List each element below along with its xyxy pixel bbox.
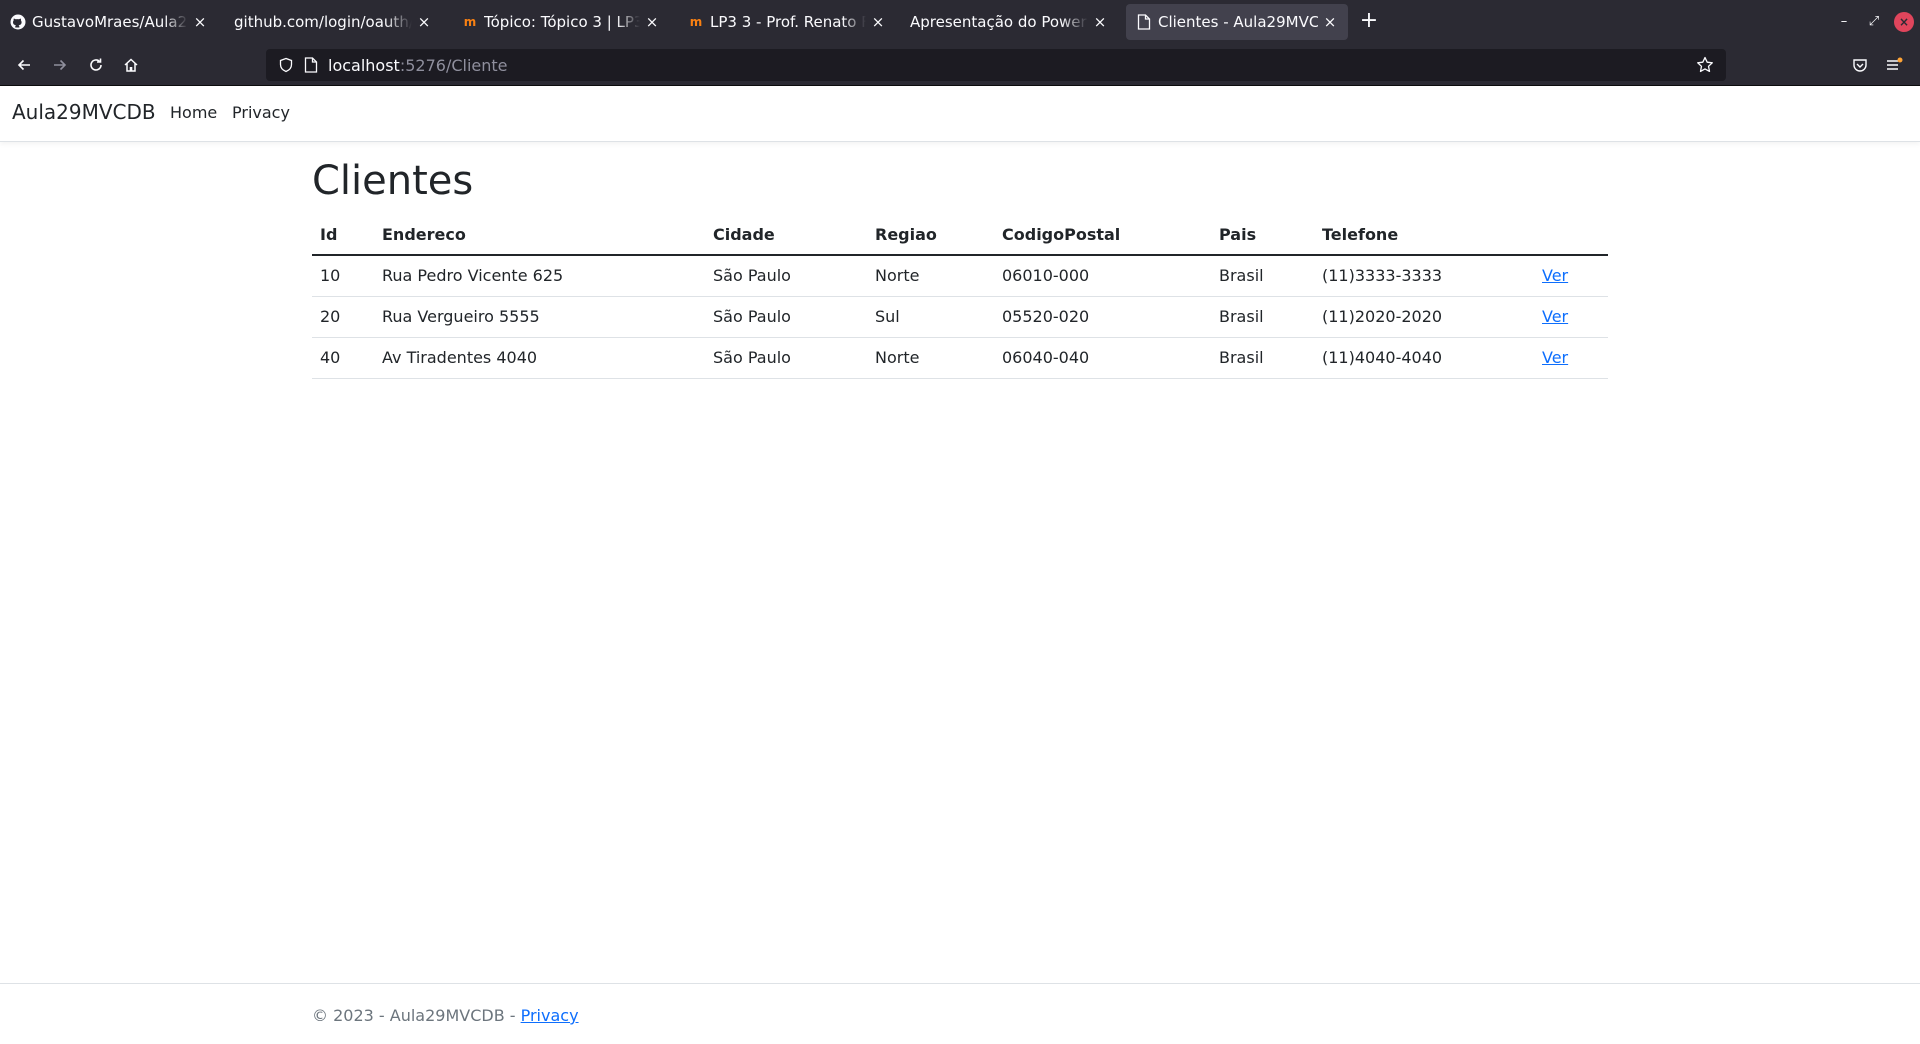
page-info-icon[interactable] xyxy=(304,57,318,77)
url-host: localhost xyxy=(328,55,400,75)
cell-pais: Brasil xyxy=(1211,337,1314,379)
table-row: 10 Rua Pedro Vicente 625 São Paulo Norte… xyxy=(312,255,1608,297)
restore-icon[interactable]: ⤢ xyxy=(1864,12,1884,32)
copyright-text: © 2023 - Aula29MVCDB - xyxy=(312,1006,521,1025)
cell-codigo-postal: 05520-020 xyxy=(994,296,1211,338)
site-footer: © 2023 - Aula29MVCDB - Privacy xyxy=(0,983,1920,1044)
cell-endereco: Rua Vergueiro 5555 xyxy=(374,296,705,338)
browser-tab-oauth[interactable]: github.com/login/oauth/authorize × xyxy=(224,4,442,40)
cell-codigo-postal: 06040-040 xyxy=(994,337,1211,379)
back-arrow-icon[interactable] xyxy=(10,51,38,79)
cell-regiao: Norte xyxy=(867,337,994,379)
cell-id: 40 xyxy=(312,337,374,379)
close-tab-icon[interactable]: × xyxy=(870,14,886,30)
close-tab-icon[interactable]: × xyxy=(644,14,660,30)
reload-icon[interactable] xyxy=(82,51,110,79)
column-header-pais: Pais xyxy=(1211,215,1314,256)
nav-link-home[interactable]: Home xyxy=(170,103,217,122)
ver-link[interactable]: Ver xyxy=(1542,348,1568,367)
cell-cidade: São Paulo xyxy=(705,296,867,338)
browser-tab-lp3[interactable]: m LP3 3 - Prof. Renato Fernandes × xyxy=(678,4,896,40)
table-header-row: Id Endereco Cidade Regiao CodigoPostal P… xyxy=(312,215,1608,256)
tab-title: LP3 3 - Prof. Renato Fernandes xyxy=(710,13,866,31)
close-tab-icon[interactable]: × xyxy=(192,14,208,30)
cell-id: 10 xyxy=(312,255,374,297)
cell-regiao: Norte xyxy=(867,255,994,297)
table-row: 20 Rua Vergueiro 5555 São Paulo Sul 0552… xyxy=(312,296,1608,338)
cell-cidade: São Paulo xyxy=(705,255,867,297)
github-icon xyxy=(10,14,26,30)
close-tab-icon[interactable]: × xyxy=(1092,14,1108,30)
cell-telefone: (11)3333-3333 xyxy=(1314,255,1534,297)
cell-codigo-postal: 06010-000 xyxy=(994,255,1211,297)
column-header-id: Id xyxy=(312,215,374,256)
minimize-icon[interactable]: – xyxy=(1834,12,1854,32)
cell-endereco: Rua Pedro Vicente 625 xyxy=(374,255,705,297)
ver-link[interactable]: Ver xyxy=(1542,266,1568,285)
footer-text: © 2023 - Aula29MVCDB - Privacy xyxy=(312,1006,579,1025)
cell-id: 20 xyxy=(312,296,374,338)
column-header-actions xyxy=(1534,215,1608,256)
close-tab-icon[interactable]: × xyxy=(416,14,432,30)
column-header-codigo-postal: CodigoPostal xyxy=(994,215,1211,256)
moodle-icon: m xyxy=(689,15,703,29)
browser-tab-bar: GustavoMraes/Aula29MVCDB × github.com/lo… xyxy=(0,0,1920,44)
cell-pais: Brasil xyxy=(1211,296,1314,338)
url-path: :5276/Cliente xyxy=(399,55,508,75)
browser-toolbar: localhost:5276/Cliente xyxy=(0,44,1920,86)
browser-tab-powerpoint[interactable]: Apresentação do PowerPoint × xyxy=(900,4,1118,40)
navbar-brand[interactable]: Aula29MVCDB xyxy=(12,100,156,124)
pocket-icon[interactable] xyxy=(1846,51,1874,79)
nav-link-privacy[interactable]: Privacy xyxy=(232,103,290,122)
bookmark-star-icon[interactable] xyxy=(1696,56,1714,78)
footer-privacy-link[interactable]: Privacy xyxy=(521,1006,579,1025)
cell-regiao: Sul xyxy=(867,296,994,338)
cell-cidade: São Paulo xyxy=(705,337,867,379)
new-tab-button[interactable]: + xyxy=(1356,9,1382,35)
cell-action: Ver xyxy=(1534,296,1608,338)
browser-tab-github[interactable]: GustavoMraes/Aula29MVCDB × xyxy=(0,4,218,40)
column-header-telefone: Telefone xyxy=(1314,215,1534,256)
moodle-icon: m xyxy=(463,15,477,29)
shield-icon[interactable] xyxy=(278,57,294,77)
cell-action: Ver xyxy=(1534,337,1608,379)
cell-pais: Brasil xyxy=(1211,255,1314,297)
close-tab-icon[interactable]: × xyxy=(1322,14,1338,30)
site-navbar: Aula29MVCDB Home Privacy xyxy=(0,86,1920,142)
cell-telefone: (11)4040-4040 xyxy=(1314,337,1534,379)
cell-telefone: (11)2020-2020 xyxy=(1314,296,1534,338)
browser-tab-topico[interactable]: m Tópico: Tópico 3 | LP3 3 × xyxy=(452,4,670,40)
table-row: 40 Av Tiradentes 4040 São Paulo Norte 06… xyxy=(312,337,1608,379)
forward-arrow-icon[interactable] xyxy=(46,51,74,79)
home-icon[interactable] xyxy=(117,51,145,79)
tab-title: Clientes - Aula29MVCDB xyxy=(1158,13,1318,31)
column-header-regiao: Regiao xyxy=(867,215,994,256)
column-header-cidade: Cidade xyxy=(705,215,867,256)
page-title: Clientes xyxy=(312,158,474,204)
tab-title: Tópico: Tópico 3 | LP3 3 xyxy=(484,13,640,31)
cell-endereco: Av Tiradentes 4040 xyxy=(374,337,705,379)
clientes-table: Id Endereco Cidade Regiao CodigoPostal P… xyxy=(312,215,1608,379)
ver-link[interactable]: Ver xyxy=(1542,307,1568,326)
close-window-icon[interactable]: × xyxy=(1894,12,1914,32)
page-icon xyxy=(1136,14,1152,30)
tab-title: github.com/login/oauth/authorize xyxy=(234,13,412,31)
tab-title: Apresentação do PowerPoint xyxy=(910,13,1088,31)
url-bar[interactable]: localhost:5276/Cliente xyxy=(266,49,1726,81)
browser-tab-clientes[interactable]: Clientes - Aula29MVCDB × xyxy=(1126,4,1348,40)
menu-icon[interactable] xyxy=(1880,51,1908,79)
tab-title: GustavoMraes/Aula29MVCDB xyxy=(32,13,188,31)
column-header-endereco: Endereco xyxy=(374,215,705,256)
cell-action: Ver xyxy=(1534,255,1608,297)
